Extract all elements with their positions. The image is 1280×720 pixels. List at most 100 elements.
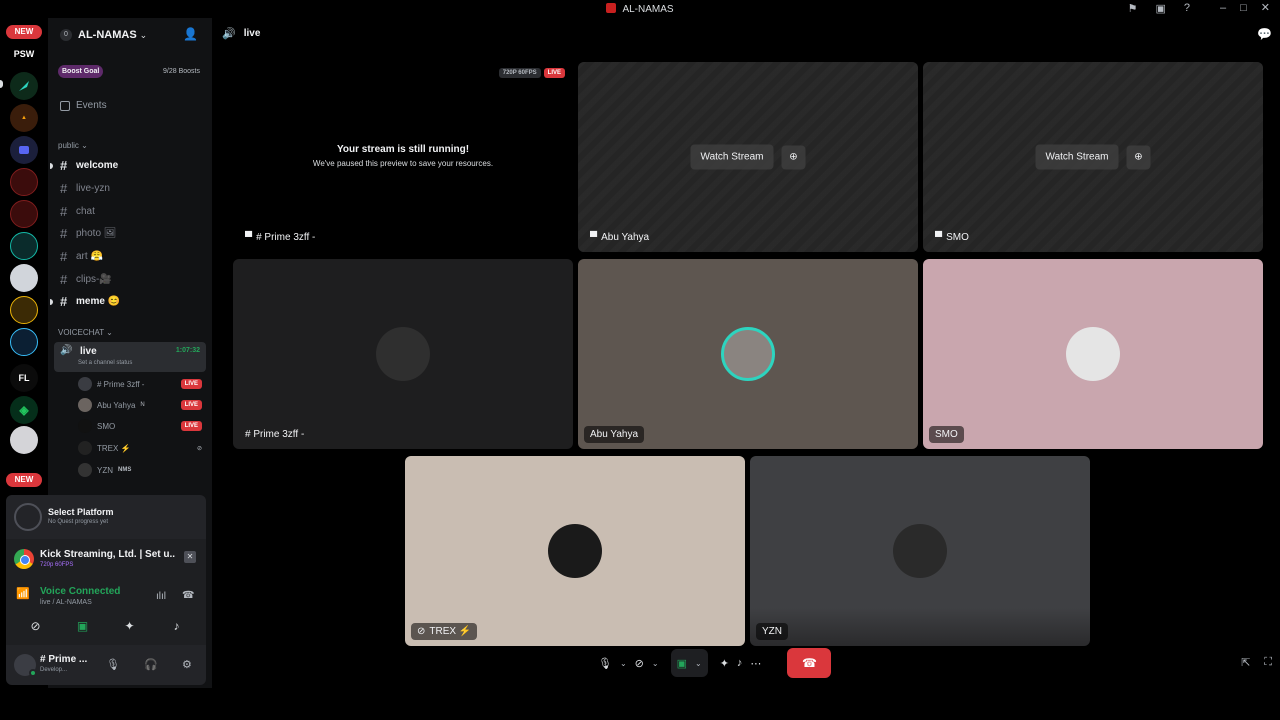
tile-label-text: SMO — [935, 429, 958, 440]
channel-label: photo 🖼 — [76, 227, 117, 239]
channel-art[interactable]: # art 😤 — [60, 247, 103, 265]
voice-member[interactable]: Abu Yahya N LIVE — [78, 396, 202, 414]
tile-label-text: SMO — [946, 232, 969, 243]
tile-smo-camera[interactable]: SMO — [923, 259, 1263, 449]
tile-abu-stream[interactable]: Watch Stream ⊕ ▀ Abu Yahya — [578, 62, 918, 252]
server-fl[interactable]: FL — [10, 364, 38, 392]
server-icon-5[interactable] — [10, 200, 38, 228]
tile-self-stream[interactable]: 720P 60FPS LIVE Your stream is still run… — [233, 62, 573, 252]
events-label: Events — [76, 100, 107, 111]
chevron-down-icon[interactable]: ⌄ — [620, 659, 627, 668]
channel-clips[interactable]: # clips-🎥 — [60, 270, 112, 288]
stop-stream-icon[interactable]: ✕ — [184, 551, 196, 563]
chevron-down-icon[interactable]: ⌄ — [695, 659, 702, 668]
help-icon[interactable]: ? — [1184, 2, 1190, 15]
voice-member[interactable]: # Prime 3zff - LIVE — [78, 375, 202, 393]
hash-icon: # — [60, 203, 68, 219]
avatar — [78, 441, 92, 455]
channel-chat[interactable]: # chat — [60, 202, 95, 220]
tile-trex-camera[interactable]: ⊘ TREX ⚡ — [405, 456, 745, 646]
minimize-icon[interactable]: – — [1220, 2, 1226, 14]
title-bar: AL-NAMAS ⚑ ▣ ? – □ ✕ — [0, 0, 1280, 18]
server-icon-10[interactable]: ◈ — [10, 396, 38, 424]
activities-icon[interactable]: ✦ — [720, 657, 729, 670]
voice-member[interactable]: SMO LIVE — [78, 417, 202, 435]
activities-icon[interactable]: ✦ — [115, 615, 145, 637]
gear-icon[interactable]: ⚙ — [182, 658, 192, 671]
boost-goal[interactable]: Boost Goal 9/28 Boosts — [56, 63, 206, 79]
voice-connection-panel: 📶 Voice Connected live / AL-NAMAS ılıl ☎… — [6, 575, 206, 645]
live-badge: LIVE — [180, 400, 202, 410]
watch-stream-button[interactable]: Watch Stream — [690, 144, 774, 170]
user-name[interactable]: # Prime ... — [40, 654, 95, 665]
end-call-button[interactable]: ☎ — [787, 648, 832, 678]
screen-share-icon[interactable]: ▣ — [677, 657, 687, 670]
server-icon-1[interactable] — [10, 72, 38, 100]
voice-location[interactable]: live / AL-NAMAS — [40, 599, 92, 606]
chrome-icon — [14, 549, 34, 569]
voice-member[interactable]: YZN NMS — [78, 461, 202, 479]
pop-out-icon[interactable]: ⊕ — [1126, 145, 1151, 169]
tile-yzn-camera[interactable]: YZN — [750, 456, 1090, 646]
voice-member[interactable]: TREX ⚡ ⊘ — [78, 439, 202, 457]
tile-abu-camera[interactable]: Abu Yahya — [578, 259, 918, 449]
pop-out-icon[interactable]: ⊕ — [781, 145, 806, 169]
voice-call-view: 🔊 live 💬 720P 60FPS LIVE Your stream is … — [212, 18, 1280, 688]
microphone-icon[interactable]: 🎙 — [106, 658, 120, 671]
channel-photo[interactable]: # photo 🖼 — [60, 224, 117, 242]
soundboard-icon[interactable]: ♪ — [162, 615, 192, 637]
screen-share-icon[interactable]: ▣ — [68, 615, 98, 637]
chevron-down-icon[interactable]: ⌄ — [652, 659, 659, 668]
voice-channel-live[interactable]: 🔊 live 1:07:32 Set a channel status — [54, 342, 206, 372]
channel-label: live-yzn — [76, 182, 110, 194]
headphones-icon[interactable]: 🎧 — [144, 658, 158, 671]
server-icon-3[interactable] — [10, 136, 38, 164]
channel-welcome[interactable]: # welcome — [60, 156, 118, 174]
category-public[interactable]: public ⌄ — [58, 141, 88, 150]
server-psw[interactable]: PSW — [10, 40, 38, 68]
channel-meme[interactable]: # meme 😊 — [60, 292, 120, 310]
more-icon[interactable]: ⋯ — [750, 657, 761, 670]
boost-goal-value: 9/28 Boosts — [163, 67, 200, 75]
tile-label: ⊘ TREX ⚡ — [411, 623, 478, 640]
events-link[interactable]: Events — [60, 100, 107, 111]
member-name: # Prime 3zff - — [97, 379, 145, 389]
fullscreen-icon[interactable]: ⛶ — [1264, 656, 1272, 669]
channel-status[interactable]: Set a channel status — [78, 360, 132, 366]
tile-label: ▀ SMO — [929, 229, 975, 246]
server-icon-4[interactable] — [10, 168, 38, 196]
close-icon[interactable]: ✕ — [1261, 2, 1270, 14]
microphone-icon[interactable]: 🎙 — [598, 657, 612, 670]
pop-out-window-icon[interactable]: ⇱ — [1241, 656, 1250, 669]
call-channel-name: live — [243, 28, 261, 39]
server-icon-9[interactable] — [10, 328, 38, 356]
add-member-icon[interactable]: 👤 — [183, 27, 198, 41]
noise-suppression-icon[interactable]: ılıl — [156, 591, 166, 602]
category-voicechat[interactable]: VOICECHAT ⌄ — [58, 328, 113, 337]
signal-icon[interactable]: 📶 — [16, 587, 30, 600]
server-icon-6[interactable] — [10, 232, 38, 260]
inbox-icon[interactable]: ▣ — [1155, 2, 1165, 15]
tile-prime-camera[interactable]: # Prime 3zff - — [233, 259, 573, 449]
quest-panel[interactable]: Select Platform No Quest progress yet — [6, 495, 206, 539]
camera-off-icon[interactable]: ⊘ — [21, 615, 51, 637]
server-icon-7[interactable] — [10, 264, 38, 292]
tile-smo-stream[interactable]: Watch Stream ⊕ ▀ SMO — [923, 62, 1263, 252]
channel-live-yzn[interactable]: # live-yzn — [60, 179, 110, 197]
server-header[interactable]: 0 AL-NAMAS ⌄ 👤 — [48, 18, 212, 52]
tile-label: ▀ # Prime 3zff - — [239, 229, 321, 246]
watch-stream-button[interactable]: Watch Stream — [1035, 144, 1119, 170]
flag-icon[interactable]: ⚑ — [1128, 2, 1138, 15]
stream-quality: 720p 60FPS — [40, 562, 74, 568]
avatar — [78, 419, 92, 433]
server-icon-11[interactable] — [10, 426, 38, 454]
server-icon-8[interactable] — [10, 296, 38, 324]
maximize-icon[interactable]: □ — [1240, 2, 1247, 14]
share-control: ▣ ⌄ — [670, 649, 708, 677]
camera-off-icon[interactable]: ⊘ — [635, 657, 644, 670]
chat-icon[interactable]: 💬 — [1257, 27, 1272, 41]
soundboard-icon[interactable]: ♪ — [737, 657, 743, 669]
server-icon-2[interactable]: ▲ — [10, 104, 38, 132]
disconnect-icon[interactable]: ☎ — [182, 590, 194, 601]
member-name: TREX ⚡ — [97, 443, 131, 453]
